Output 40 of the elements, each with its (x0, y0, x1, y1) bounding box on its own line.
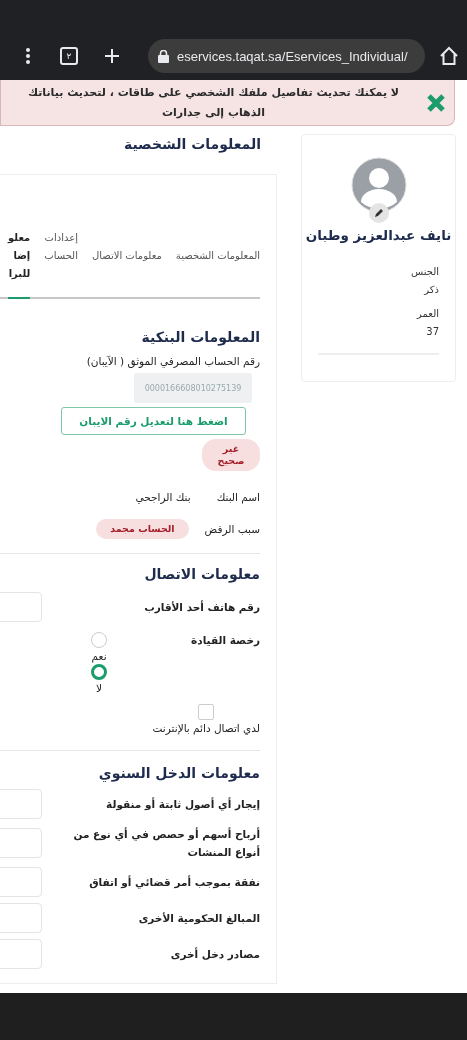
status-badge: غير صحيح (202, 439, 260, 471)
field-label: رقم الحساب المصرفي الموثق ( الآيبان) (85, 354, 260, 369)
field-label: العمر (415, 307, 439, 321)
profile-name: نايف عبدالعزيز وطبان (305, 227, 452, 243)
alert-text: لا يمكنك تحديث تفاصيل ملفك الشخصي على طاقات ، لتحديث بياناتك الذهاب إلى جدارات (26, 84, 401, 121)
reason-badge: الحساب مجمد (96, 519, 189, 539)
section-title: المعلومات البنكية (140, 329, 260, 345)
tab[interactable]: إعدادات الحساب (44, 229, 78, 281)
avatar-icon (350, 157, 407, 213)
field-label: الجنس (409, 265, 439, 279)
tab[interactable]: المعلومات الشخصية (175, 247, 260, 281)
section-title: معلومات الاتصال (143, 566, 260, 582)
field-label: مصادر دخل أخرى (170, 946, 260, 963)
field-label: سبب الرفض (204, 522, 260, 537)
field-label: أرباح أسهم أو حصص في أي نوع من أنواع المنشات (72, 826, 260, 861)
checkbox-label: لدي اتصال دائم بالإنترنت (152, 721, 260, 736)
checkbox[interactable] (198, 704, 215, 720)
field-label: رقم هاتف أحد الأقارب (144, 599, 260, 615)
page-title: المعلومات الشخصية (122, 136, 261, 152)
url-text: eservices.taqat.sa/Eservices_Individual/ (177, 48, 408, 64)
field-label: رخصة القيادة (191, 633, 260, 648)
tab[interactable]: معلومات الاتصال (91, 247, 162, 281)
iban-field: 0000166608010275139 (134, 373, 252, 403)
field-value: بنك الراجحي (135, 490, 191, 505)
field-label: نفقة بموجب أمر قضائي أو اتفاق (89, 874, 260, 891)
lock-icon (158, 49, 169, 63)
edit-icon[interactable] (368, 203, 389, 223)
radio-button[interactable] (91, 664, 108, 680)
field-value: 37 (425, 325, 439, 339)
field-label: المبالغ الحكومية الأخرى (138, 911, 260, 927)
radio-label: لا (96, 681, 103, 696)
tab-count[interactable]: ٢ (60, 47, 78, 65)
tab[interactable]: معلو إضا للبرا (8, 229, 31, 299)
close-icon[interactable] (426, 92, 446, 113)
radio-label: نعم (91, 649, 107, 664)
field-value: ذكر (422, 283, 439, 297)
field-label: إيجار أي أصول ثابتة أو منقولة (106, 796, 260, 813)
field-label: اسم البنك (216, 490, 260, 505)
section-title: معلومات الدخل السنوي (97, 765, 260, 781)
address-bar[interactable]: eservices.taqat.sa/Eservices_Individual/ (148, 39, 425, 73)
